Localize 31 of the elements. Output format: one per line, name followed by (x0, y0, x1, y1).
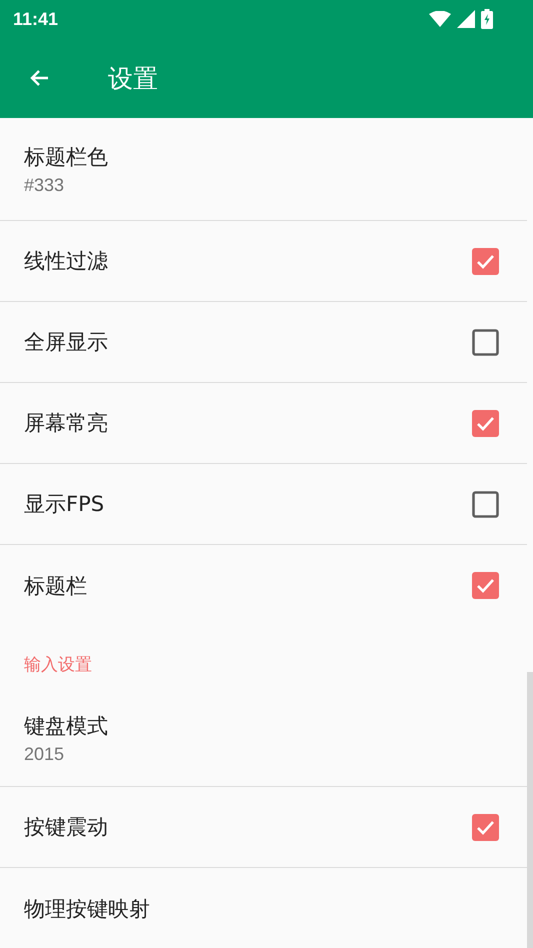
setting-title: 标题栏色 (24, 144, 109, 170)
setting-row[interactable]: 标题栏色 #333 (0, 118, 527, 221)
setting-value: 2015 (24, 744, 66, 764)
setting-row[interactable]: 全屏显示 (0, 302, 527, 383)
setting-title: 标题栏 (24, 572, 88, 600)
setting-value: #333 (24, 174, 66, 196)
checkbox[interactable] (472, 328, 499, 356)
setting-title: 物理按键映射 (24, 896, 151, 922)
checkbox[interactable] (472, 490, 499, 518)
setting-row[interactable]: 标题栏 (0, 545, 527, 626)
wifi-icon (429, 11, 451, 27)
setting-row[interactable]: 物理按键映射 (0, 868, 527, 948)
section-header: 输入设置 (24, 654, 92, 676)
setting-row[interactable]: 按键震动 (0, 787, 527, 868)
setting-title: 按键震动 (24, 814, 109, 841)
setting-row[interactable]: 线性过滤 (0, 221, 527, 302)
checkbox[interactable] (472, 410, 499, 436)
setting-title: 键盘模式 (24, 712, 109, 740)
signal-icon (457, 10, 475, 28)
checkbox[interactable] (472, 572, 499, 599)
checkbox[interactable] (472, 248, 499, 274)
setting-row[interactable]: 屏幕常亮 (0, 383, 527, 464)
setting-title: 屏幕常亮 (24, 410, 109, 437)
setting-title: 线性过滤 (24, 248, 109, 275)
battery-icon (481, 9, 493, 29)
screen-title: 设置 (108, 62, 158, 94)
setting-title: 全屏显示 (24, 329, 109, 356)
setting-row[interactable]: 显示FPS (0, 464, 527, 545)
checkbox[interactable] (472, 814, 499, 840)
setting-title: 显示FPS (24, 491, 106, 518)
status-time: 11:41 (13, 8, 58, 30)
